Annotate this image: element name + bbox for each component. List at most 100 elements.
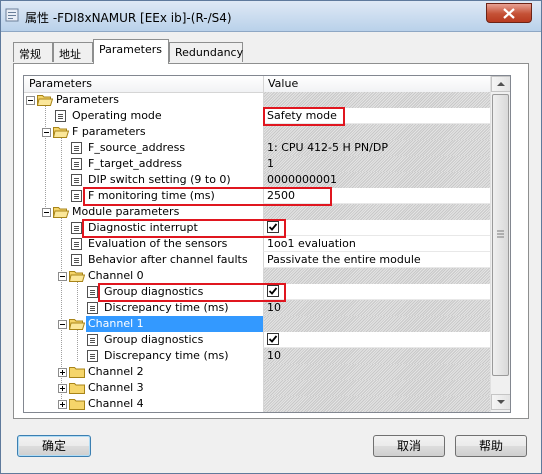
row-label: Discrepancy time (ms) — [104, 301, 229, 314]
folder-open-icon — [37, 95, 53, 106]
checkmark-icon — [268, 223, 278, 231]
row-label: Channel 2 — [88, 365, 144, 378]
parameter-icon — [87, 334, 98, 346]
tree-row-dip-switch[interactable]: DIP switch setting (9 to 0) 0000000001 — [24, 172, 490, 188]
parameter-icon — [71, 158, 82, 170]
parameter-icon — [71, 254, 82, 266]
tab-redundancy[interactable]: Redundancy — [169, 42, 243, 62]
parameter-icon — [71, 174, 82, 186]
behavior-after-faults-value[interactable]: Passivate the entire module — [267, 253, 421, 266]
ch0-group-diagnostics-checkbox[interactable] — [267, 285, 279, 297]
value-cell[interactable] — [263, 188, 490, 204]
tree-row-operating-mode[interactable]: Operating mode Safety mode — [24, 108, 490, 124]
column-divider[interactable] — [263, 76, 264, 92]
expand-icon[interactable] — [58, 400, 67, 409]
value-cell[interactable] — [263, 220, 490, 236]
tree-row-diagnostic-interrupt[interactable]: Diagnostic interrupt — [24, 220, 490, 236]
app-icon — [5, 8, 19, 22]
tab-address[interactable]: 地址 — [53, 42, 93, 62]
value-cell[interactable] — [263, 284, 490, 300]
row-label: F_target_address — [88, 157, 182, 170]
tab-parameters[interactable]: Parameters — [93, 39, 169, 64]
tree-row-channel-2[interactable]: Channel 2 — [24, 364, 490, 380]
vertical-scrollbar[interactable] — [490, 76, 510, 412]
row-label: Evaluation of the sensors — [88, 237, 228, 250]
column-header-value[interactable]: Value — [268, 77, 298, 90]
tab-strip: 常规 地址 Parameters Redundancy — [13, 39, 529, 65]
folder-open-icon — [53, 207, 69, 218]
row-label: F monitoring time (ms) — [88, 189, 215, 202]
tab-general[interactable]: 常规 — [13, 42, 53, 62]
close-button[interactable] — [486, 3, 532, 23]
tree-row-channel-1[interactable]: Channel 1 — [24, 316, 490, 332]
tree-row-parameters[interactable]: Parameters — [24, 92, 490, 108]
ch1-group-diagnostics-checkbox[interactable] — [267, 333, 279, 345]
value-cell-readonly — [263, 364, 490, 380]
expand-icon[interactable] — [58, 368, 67, 377]
tree-row-ch0-discrepancy-time[interactable]: Discrepancy time (ms) 10 — [24, 300, 490, 316]
tree-row-channel-4[interactable]: Channel 4 — [24, 396, 490, 412]
scroll-down-button[interactable] — [491, 394, 510, 410]
tree-row-f-parameters[interactable]: F parameters — [24, 124, 490, 140]
properties-dialog: 属性 -FDI8xNAMUR [EEx ib]-(R-/S4) 常规 地址 Pa… — [0, 0, 542, 474]
value-cell-readonly — [263, 380, 490, 396]
f-target-address-value: 1 — [267, 157, 274, 170]
value-cell-readonly — [263, 92, 490, 108]
ch1-discrepancy-time-value: 10 — [267, 349, 281, 362]
row-label: Group diagnostics — [104, 285, 204, 298]
f-monitoring-time-value[interactable]: 2500 — [267, 189, 295, 202]
value-cell[interactable] — [263, 332, 490, 348]
collapse-icon[interactable] — [58, 320, 67, 329]
column-header-parameters[interactable]: Parameters — [29, 77, 92, 90]
collapse-icon[interactable] — [42, 208, 51, 217]
parameter-icon — [71, 190, 82, 202]
tree-row-f-source-address[interactable]: F_source_address 1: CPU 412-5 H PN/DP — [24, 140, 490, 156]
diagnostic-interrupt-checkbox[interactable] — [267, 221, 279, 233]
help-button[interactable]: 帮助 — [455, 435, 527, 457]
collapse-icon[interactable] — [26, 96, 35, 105]
parameter-icon — [71, 142, 82, 154]
grid-header: Parameters Value — [24, 76, 490, 93]
folder-closed-icon — [69, 367, 85, 378]
parameter-icon — [71, 222, 82, 234]
operating-mode-value[interactable]: Safety mode — [267, 109, 337, 122]
ch0-discrepancy-time-value: 10 — [267, 301, 281, 314]
window-title: 属性 -FDI8xNAMUR [EEx ib]-(R-/S4) — [25, 11, 232, 25]
expand-icon[interactable] — [58, 384, 67, 393]
value-cell-readonly — [263, 204, 490, 220]
row-label: F parameters — [72, 125, 146, 138]
tree-row-ch0-group-diagnostics[interactable]: Group diagnostics — [24, 284, 490, 300]
tree-row-f-target-address[interactable]: F_target_address 1 — [24, 156, 490, 172]
tree-row-channel-3[interactable]: Channel 3 — [24, 380, 490, 396]
tab-label: Parameters — [99, 43, 162, 56]
checkmark-icon — [268, 287, 278, 295]
tree-row-f-monitoring-time[interactable]: F monitoring time (ms) 2500 — [24, 188, 490, 204]
title-bar: 属性 -FDI8xNAMUR [EEx ib]-(R-/S4) — [1, 1, 541, 32]
value-cell-readonly — [263, 316, 490, 332]
tree-row-behavior-after-faults[interactable]: Behavior after channel faults Passivate … — [24, 252, 490, 268]
row-label: Behavior after channel faults — [88, 253, 248, 266]
row-label: Channel 0 — [88, 269, 144, 282]
tree-row-module-parameters[interactable]: Module parameters — [24, 204, 490, 220]
tree-row-ch1-discrepancy-time[interactable]: Discrepancy time (ms) 10 — [24, 348, 490, 364]
tree-row-ch1-group-diagnostics[interactable]: Group diagnostics — [24, 332, 490, 348]
chevron-down-icon — [497, 400, 505, 404]
evaluation-of-sensors-value[interactable]: 1oo1 evaluation — [267, 237, 356, 250]
scroll-up-button[interactable] — [491, 76, 510, 92]
scroll-thumb[interactable] — [492, 94, 509, 376]
tab-label: 常规 — [19, 48, 41, 61]
tree-row-channel-0[interactable]: Channel 0 — [24, 268, 490, 284]
parameter-icon — [55, 110, 66, 122]
ok-button[interactable]: 确定 — [17, 435, 91, 457]
collapse-icon[interactable] — [42, 128, 51, 137]
row-label: Operating mode — [72, 109, 162, 122]
tree-row-evaluation-of-sensors[interactable]: Evaluation of the sensors 1oo1 evaluatio… — [24, 236, 490, 252]
row-label: Discrepancy time (ms) — [104, 349, 229, 362]
tab-label: Redundancy — [175, 46, 244, 59]
parameter-icon — [71, 238, 82, 250]
collapse-icon[interactable] — [58, 272, 67, 281]
folder-closed-icon — [69, 383, 85, 394]
folder-closed-icon — [69, 399, 85, 410]
row-label: Channel 3 — [88, 381, 144, 394]
cancel-button[interactable]: 取消 — [373, 435, 445, 457]
